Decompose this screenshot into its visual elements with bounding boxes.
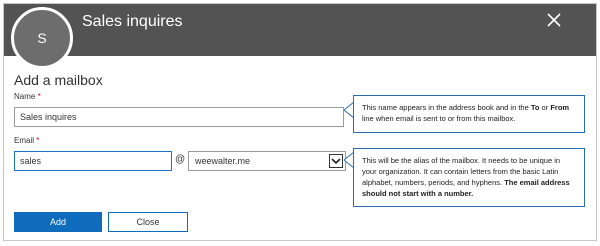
name-label-text: Name [14,92,36,101]
email-label: Email * [14,136,39,145]
at-symbol: @ [175,154,186,165]
name-input[interactable] [14,107,344,127]
section-title: Add a mailbox [14,72,103,88]
name-required-mark: * [37,92,41,101]
panel-header: Sales inquires [4,4,596,56]
name-help-callout: This name appears in the address book an… [353,95,585,133]
domain-select[interactable]: weewalter.me [188,151,346,171]
email-required-mark: * [36,136,40,145]
panel-title: Sales inquires [82,13,183,30]
name-help-text-2: or [539,103,551,112]
add-button[interactable]: Add [14,212,102,232]
close-button[interactable]: Close [108,212,188,232]
name-help-from: From [550,103,570,112]
name-label: Name * [14,92,41,101]
name-help-text-3: line when email is sent to or from this … [362,114,516,123]
email-help-callout: This will be the alias of the mailbox. I… [353,148,585,207]
domain-selected-value: weewalter.me [195,156,251,166]
chevron-down-icon[interactable] [329,154,343,168]
add-mailbox-panel: Sales inquires S Add a mailbox Name * Em… [3,3,597,241]
email-label-text: Email [14,136,35,145]
avatar-initial: S [37,30,47,46]
email-input[interactable] [14,151,172,171]
close-icon[interactable] [544,10,564,30]
avatar: S [11,7,73,69]
name-help-text-1: This name appears in the address book an… [362,103,531,112]
